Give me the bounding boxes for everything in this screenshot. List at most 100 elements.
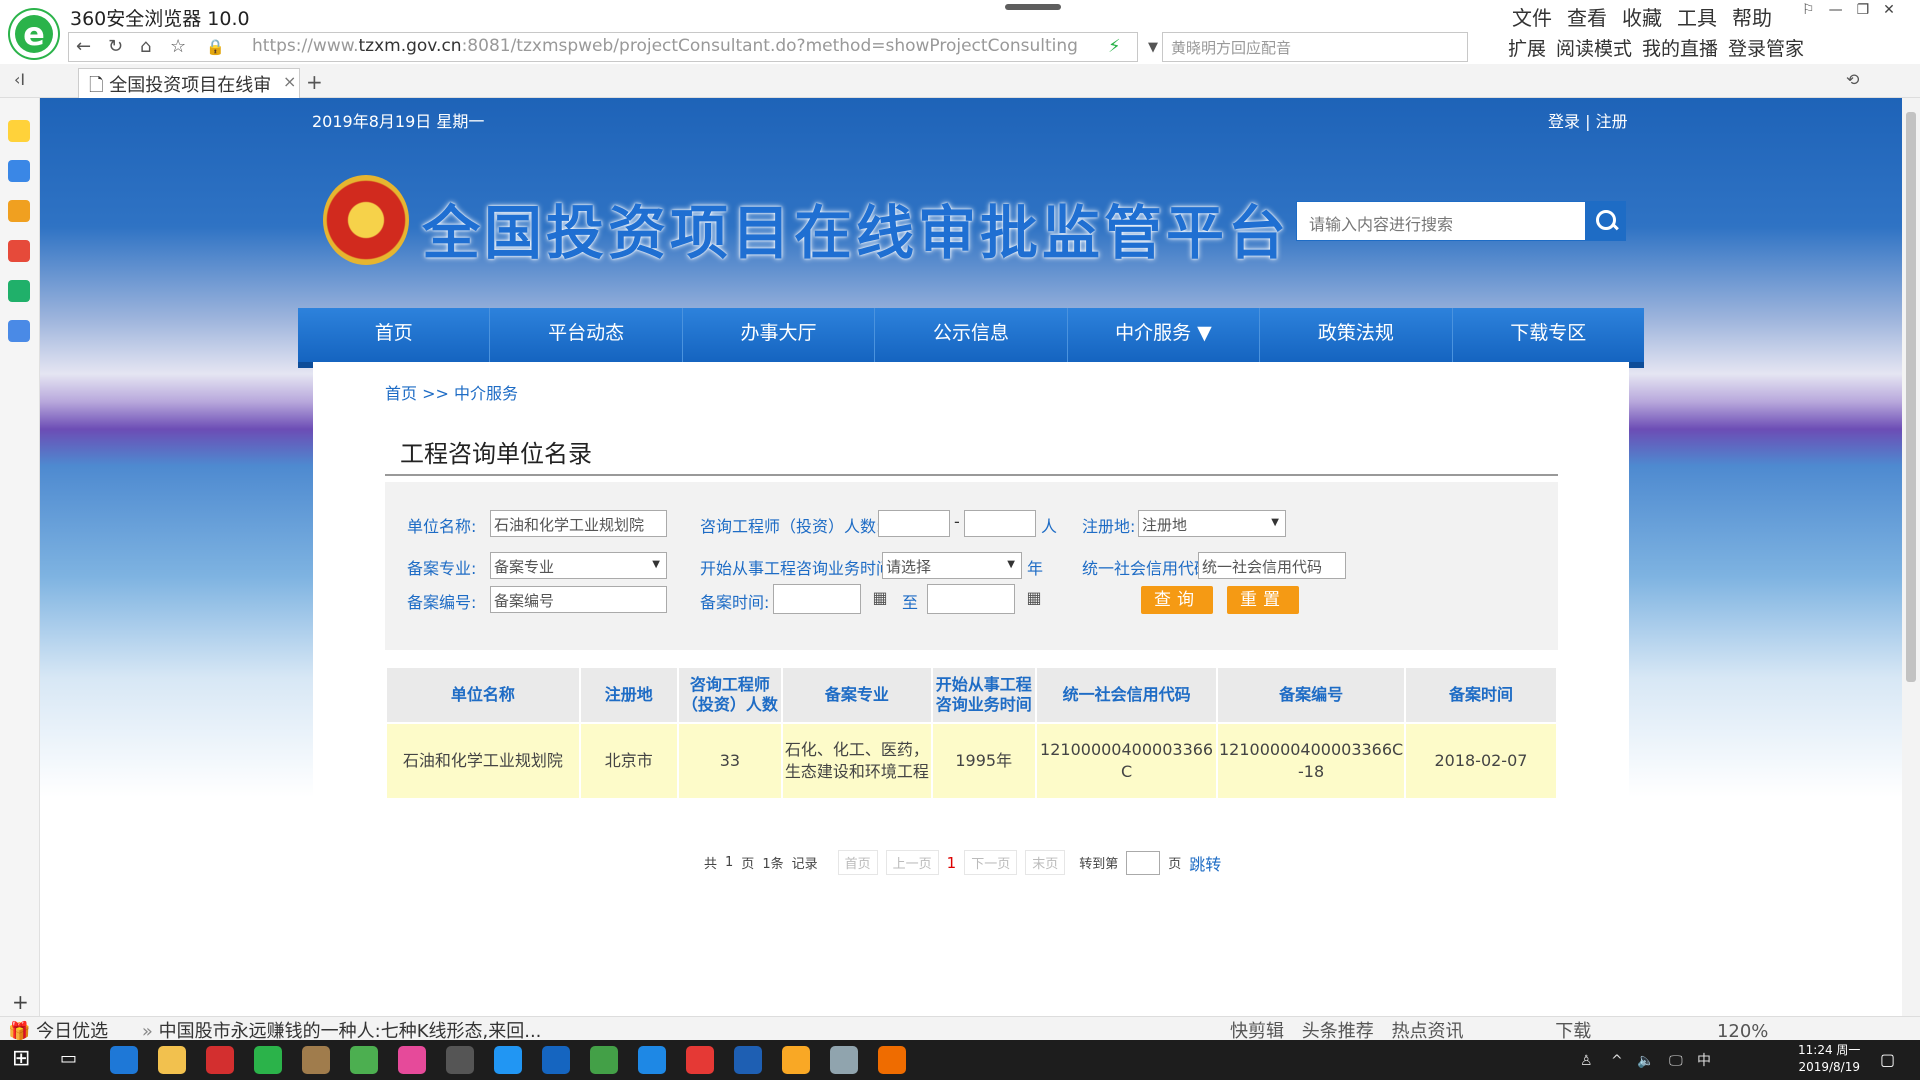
login-link[interactable]: 登录 bbox=[1548, 112, 1580, 131]
chevron-down-icon[interactable]: ▼ bbox=[1148, 40, 1158, 55]
pager-last[interactable]: 末页 bbox=[1025, 850, 1066, 875]
reader-mode-button[interactable]: 阅读模式 bbox=[1556, 34, 1632, 61]
menu-help[interactable]: 帮助 bbox=[1732, 2, 1772, 31]
ie-icon[interactable] bbox=[638, 1046, 666, 1074]
minimize-button[interactable]: — bbox=[1829, 2, 1843, 18]
new-tab-button[interactable]: + bbox=[306, 70, 323, 94]
drag-handle[interactable] bbox=[1005, 4, 1061, 10]
pin-icon[interactable]: ⚐ bbox=[1802, 2, 1815, 18]
volume-icon[interactable]: 🔈 bbox=[1637, 1053, 1654, 1069]
hot-news-link[interactable]: 热点资讯 bbox=[1391, 1021, 1463, 1042]
menu-view[interactable]: 查看 bbox=[1567, 2, 1607, 31]
app-icon[interactable] bbox=[686, 1046, 714, 1074]
record-time-end-input[interactable] bbox=[927, 584, 1015, 614]
pager-jump-button[interactable]: 跳转 bbox=[1189, 851, 1221, 875]
pager-current[interactable]: 1 bbox=[947, 854, 957, 872]
notification-icon[interactable]: ▢ bbox=[1880, 1050, 1895, 1069]
restore-tab-icon[interactable]: ⟲ bbox=[1846, 70, 1859, 89]
add-sidebar-icon[interactable]: + bbox=[12, 990, 29, 1014]
nav-platform-news[interactable]: 平台动态 bbox=[490, 308, 683, 362]
reset-button[interactable]: 重置 bbox=[1227, 586, 1299, 614]
register-link[interactable]: 注册 bbox=[1596, 112, 1628, 131]
people-icon[interactable]: ♙ bbox=[1580, 1053, 1593, 1069]
calendar-icon[interactable]: ▦ bbox=[1020, 584, 1048, 612]
region-select[interactable]: 注册地 bbox=[1138, 510, 1286, 537]
nav-service-hall[interactable]: 办事大厅 bbox=[683, 308, 876, 362]
iqiyi-icon[interactable] bbox=[590, 1046, 618, 1074]
news-ticker-link[interactable]: 中国股市永远赚钱的一种人:七种K线形态,来回... bbox=[159, 1021, 542, 1042]
app-icon[interactable] bbox=[494, 1046, 522, 1074]
breadcrumb[interactable]: 首页 >> 中介服务 bbox=[385, 380, 518, 404]
login-manager-button[interactable]: 登录管家 bbox=[1728, 34, 1804, 61]
app-icon[interactable] bbox=[302, 1046, 330, 1074]
url-text[interactable]: https://www.tzxm.gov.cn:8081/tzxmspweb/p… bbox=[252, 36, 1078, 56]
nav-agency-service[interactable]: 中介服务 ▼ bbox=[1068, 308, 1261, 362]
refresh-icon[interactable]: ↻ bbox=[108, 36, 123, 57]
app-icon[interactable] bbox=[878, 1046, 906, 1074]
pager-next[interactable]: 下一页 bbox=[964, 850, 1018, 875]
nav-downloads[interactable]: 下载专区 bbox=[1453, 308, 1644, 362]
quick-edit-link[interactable]: 快剪辑 bbox=[1230, 1021, 1284, 1042]
app-icon[interactable] bbox=[206, 1046, 234, 1074]
nav-public-info[interactable]: 公示信息 bbox=[875, 308, 1068, 362]
unit-name-input[interactable]: 石油和化学工业规划院 bbox=[490, 510, 667, 537]
sidebar-toggle-icon[interactable]: ‹I bbox=[14, 70, 25, 89]
video-icon[interactable] bbox=[8, 280, 30, 302]
task-view-icon[interactable]: ▭ bbox=[60, 1048, 77, 1069]
chevron-up-icon[interactable]: ^ bbox=[1611, 1053, 1623, 1069]
query-button[interactable]: 查询 bbox=[1141, 586, 1213, 614]
search-button[interactable] bbox=[1586, 201, 1626, 241]
table-row[interactable]: 石油和化学工业规划院 北京市 33 石化、化工、医药，生态建设和环境工程 199… bbox=[385, 722, 1559, 800]
cell-unit-name[interactable]: 石油和化学工业规划院 bbox=[385, 722, 581, 800]
favorites-star-icon[interactable] bbox=[8, 120, 30, 142]
my-live-button[interactable]: 我的直播 bbox=[1642, 34, 1718, 61]
scrollbar-thumb[interactable] bbox=[1906, 112, 1916, 682]
app-icon[interactable] bbox=[782, 1046, 810, 1074]
pager-first[interactable]: 首页 bbox=[837, 850, 878, 875]
network-icon[interactable]: 🖵 bbox=[1669, 1053, 1683, 1069]
star-icon[interactable]: ☆ bbox=[170, 36, 186, 57]
record-time-start-input[interactable] bbox=[773, 584, 861, 614]
speed-icon[interactable]: ⚡ bbox=[1108, 36, 1121, 57]
start-time-select[interactable]: 请选择 bbox=[882, 552, 1022, 579]
tab-close-icon[interactable]: × bbox=[283, 72, 296, 91]
nav-policies[interactable]: 政策法规 bbox=[1260, 308, 1453, 362]
browser-search-input[interactable]: 黄晓明方回应配音 bbox=[1162, 32, 1468, 62]
maximize-button[interactable]: ❐ bbox=[1857, 2, 1870, 18]
app-icon[interactable] bbox=[398, 1046, 426, 1074]
game-icon[interactable] bbox=[8, 240, 30, 262]
extensions-button[interactable]: 扩展 bbox=[1508, 34, 1546, 61]
tab-active[interactable]: 🗋 全国投资项目在线审 bbox=[78, 68, 300, 98]
chrome-icon[interactable] bbox=[350, 1046, 378, 1074]
ie-icon[interactable] bbox=[110, 1046, 138, 1074]
ime-indicator[interactable]: 中 bbox=[1697, 1053, 1711, 1069]
pager-prev[interactable]: 上一页 bbox=[885, 850, 939, 875]
engineers-max-input[interactable] bbox=[964, 510, 1036, 537]
menu-file[interactable]: 文件 bbox=[1512, 2, 1552, 31]
record-no-input[interactable]: 备案编号 bbox=[490, 586, 667, 613]
close-button[interactable]: ✕ bbox=[1883, 2, 1895, 18]
nav-home[interactable]: 首页 bbox=[298, 308, 491, 362]
app-icon[interactable] bbox=[446, 1046, 474, 1074]
home-icon[interactable]: ⌂ bbox=[140, 36, 151, 57]
news-icon[interactable] bbox=[8, 160, 30, 182]
menu-favorites[interactable]: 收藏 bbox=[1622, 2, 1662, 31]
taskbar-clock[interactable]: 11:24 周一 2019/8/19 bbox=[1798, 1042, 1860, 1076]
back-icon[interactable]: ← bbox=[76, 36, 91, 57]
windows-start-icon[interactable]: ⊞ bbox=[12, 1046, 30, 1071]
specialty-select[interactable]: 备案专业 bbox=[490, 552, 667, 579]
explorer-icon[interactable] bbox=[158, 1046, 186, 1074]
daily-picks-link[interactable]: 今日优选 bbox=[36, 1021, 108, 1042]
engineers-min-input[interactable] bbox=[878, 510, 950, 537]
app-icon[interactable] bbox=[542, 1046, 570, 1074]
headline-link[interactable]: 头条推荐 bbox=[1302, 1021, 1374, 1042]
browser-360-icon[interactable] bbox=[254, 1046, 282, 1074]
book-icon[interactable] bbox=[8, 200, 30, 222]
credit-code-input[interactable]: 统一社会信用代码 bbox=[1198, 552, 1346, 579]
pager-goto-input[interactable] bbox=[1126, 850, 1161, 875]
site-search-input[interactable]: 请输入内容进行搜索 bbox=[1296, 201, 1586, 241]
word-icon[interactable] bbox=[734, 1046, 762, 1074]
app-icon[interactable] bbox=[830, 1046, 858, 1074]
download-link[interactable]: 下载 bbox=[1555, 1021, 1591, 1042]
zoom-level[interactable]: 120% bbox=[1717, 1021, 1768, 1042]
